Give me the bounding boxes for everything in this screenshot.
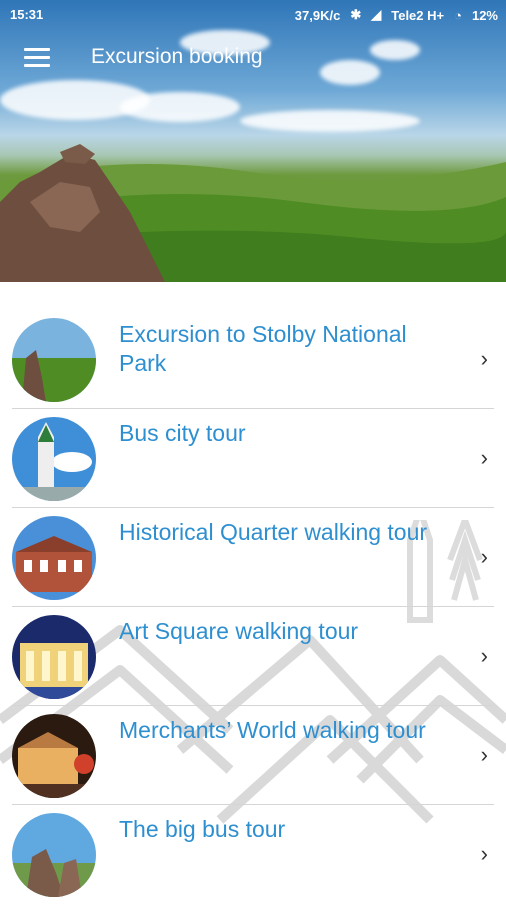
tour-item-art-square[interactable]: Art Square walking tour ›	[0, 607, 506, 706]
tour-thumbnail	[12, 813, 96, 897]
tour-item-bus-city[interactable]: Bus city tour ›	[0, 409, 506, 508]
tour-title: Historical Quarter walking tour	[119, 519, 428, 545]
chevron-right-icon: ›	[480, 346, 488, 371]
app-bar: Excursion booking	[0, 30, 506, 86]
bluetooth-icon: ✱	[350, 7, 362, 22]
chevron-right-icon: ›	[480, 445, 488, 470]
tour-thumbnail	[12, 318, 96, 402]
tour-thumbnail	[12, 615, 96, 699]
tour-thumbnail	[12, 417, 96, 501]
tour-item-big-bus[interactable]: The big bus tour ›	[0, 805, 506, 904]
chevron-right-icon: ›	[480, 643, 488, 668]
tour-thumbnail	[12, 714, 96, 798]
tour-title: Excursion to Stolby National Park	[119, 321, 407, 376]
carrier-label: Tele2 H+	[391, 7, 445, 23]
cloud	[120, 92, 240, 122]
tour-item-stolby[interactable]: Excursion to Stolby National Park ›	[0, 310, 506, 409]
chevron-right-icon: ›	[480, 742, 488, 767]
battery-percent: 12%	[471, 7, 498, 23]
page-title: Excursion booking	[91, 45, 263, 68]
header-banner: 15:31 37,9K/c ✱ ◢ Tele2 H+ ◔ 12% Excursi…	[0, 0, 506, 282]
signal-icon: ◢	[371, 7, 382, 22]
tour-list: Excursion to Stolby National Park › Bus …	[0, 310, 506, 904]
tour-title: The big bus tour	[119, 816, 286, 842]
chevron-right-icon: ›	[480, 841, 488, 866]
chevron-right-icon: ›	[480, 544, 488, 569]
status-time: 15:31	[10, 7, 44, 22]
status-bar: 15:31 37,9K/c ✱ ◢ Tele2 H+ ◔ 12%	[0, 0, 506, 28]
tour-title: Art Square walking tour	[119, 618, 359, 644]
tour-item-merchants-world[interactable]: Merchants’ World walking tour ›	[0, 706, 506, 805]
tour-title: Bus city tour	[119, 420, 246, 446]
battery-icon: ◔	[454, 7, 462, 23]
hamburger-menu-icon[interactable]	[20, 44, 52, 72]
rock-formation	[0, 144, 165, 282]
tour-item-historical-quarter[interactable]: Historical Quarter walking tour ›	[0, 508, 506, 607]
cloud	[240, 110, 420, 132]
tour-thumbnail	[12, 516, 96, 600]
tour-title: Merchants’ World walking tour	[119, 717, 426, 743]
network-speed: 37,9K/c	[294, 7, 341, 23]
